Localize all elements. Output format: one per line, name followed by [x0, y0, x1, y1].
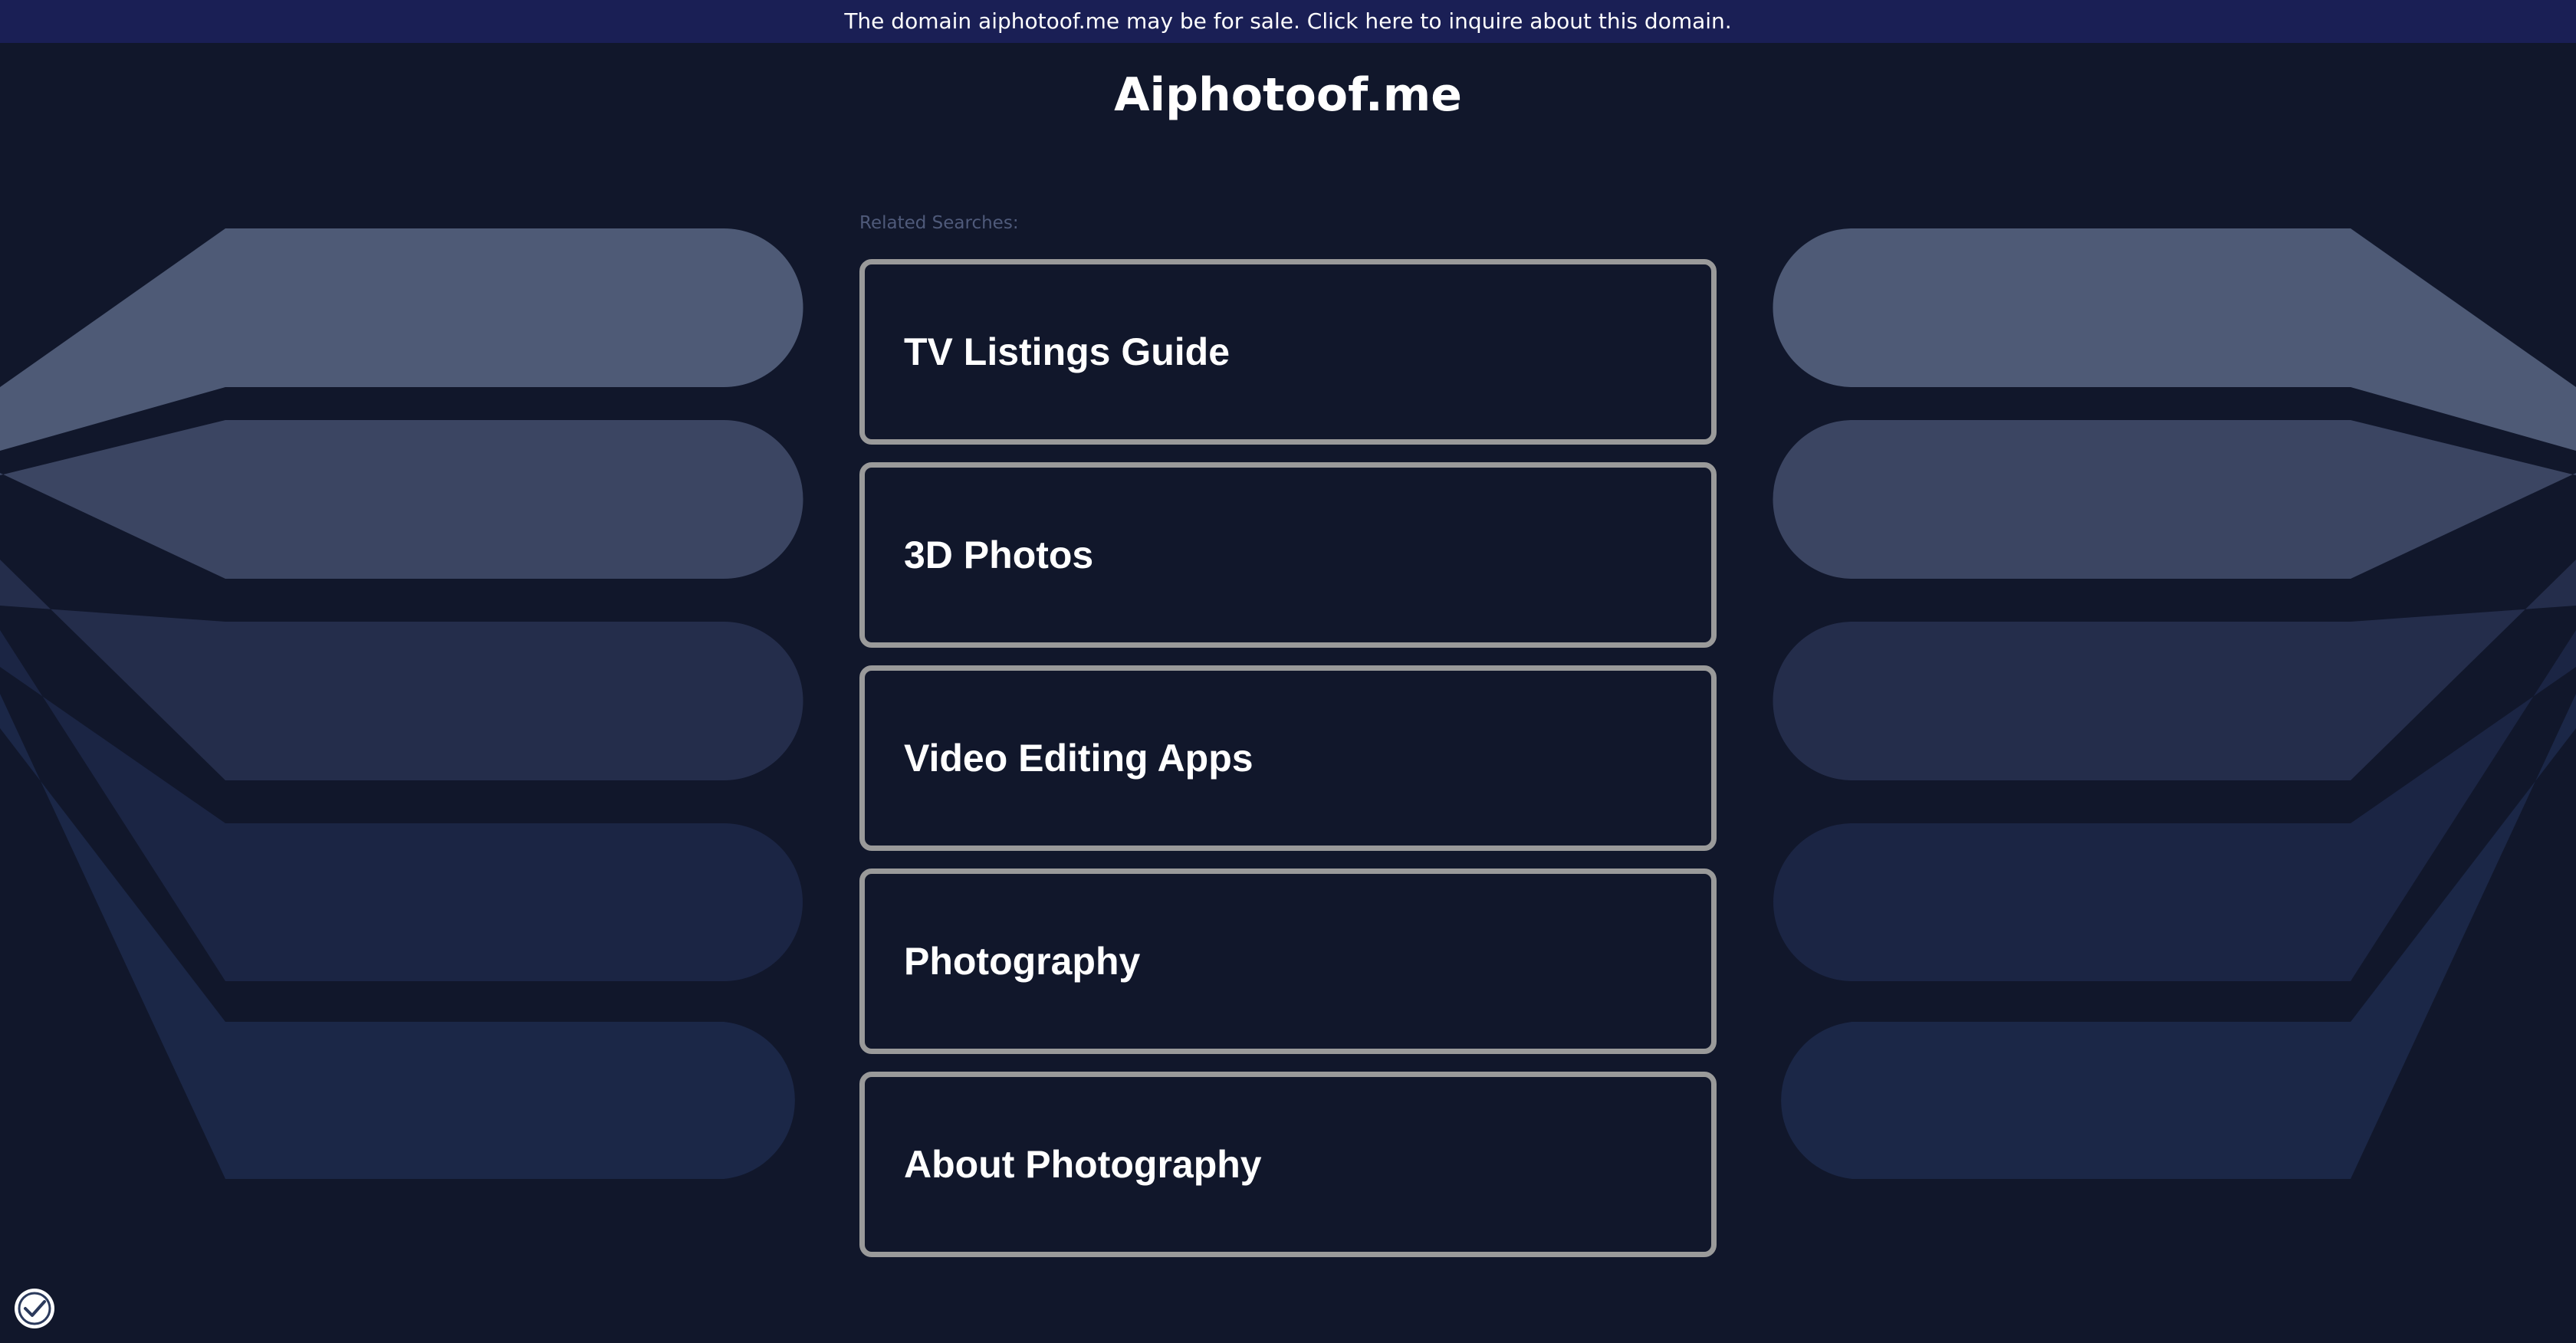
related-search-item-photography[interactable]: Photography	[859, 869, 1717, 1054]
left-shape-3	[0, 560, 803, 780]
right-shape-2	[1773, 420, 2576, 579]
related-searches-label: Related Searches:	[859, 213, 1019, 233]
related-search-item-tv-listings-guide[interactable]: TV Listings Guide	[859, 259, 1717, 445]
right-shape-1	[1773, 228, 2576, 451]
related-search-label: 3D Photos	[904, 534, 1094, 576]
domain-sale-banner-text: The domain aiphotoof.me may be for sale.…	[844, 8, 1732, 34]
related-search-label: About Photography	[904, 1143, 1262, 1186]
related-search-label: TV Listings Guide	[904, 330, 1230, 373]
related-search-item-video-editing-apps[interactable]: Video Editing Apps	[859, 665, 1717, 851]
left-shape-1	[0, 228, 803, 451]
page-title: Aiphotoof.me	[1114, 68, 1462, 122]
domain-sale-banner[interactable]: The domain aiphotoof.me may be for sale.…	[0, 0, 2576, 43]
related-search-label: Video Editing Apps	[904, 737, 1254, 780]
related-search-item-3d-photos[interactable]: 3D Photos	[859, 462, 1717, 648]
related-searches-list: TV Listings Guide 3D Photos Video Editin…	[859, 259, 1717, 1275]
left-shape-2	[0, 420, 803, 579]
related-search-item-about-photography[interactable]: About Photography	[859, 1072, 1717, 1257]
right-shape-3	[1773, 560, 2576, 780]
privacy-shield-check-icon[interactable]	[14, 1288, 55, 1329]
related-search-label: Photography	[904, 940, 1141, 983]
